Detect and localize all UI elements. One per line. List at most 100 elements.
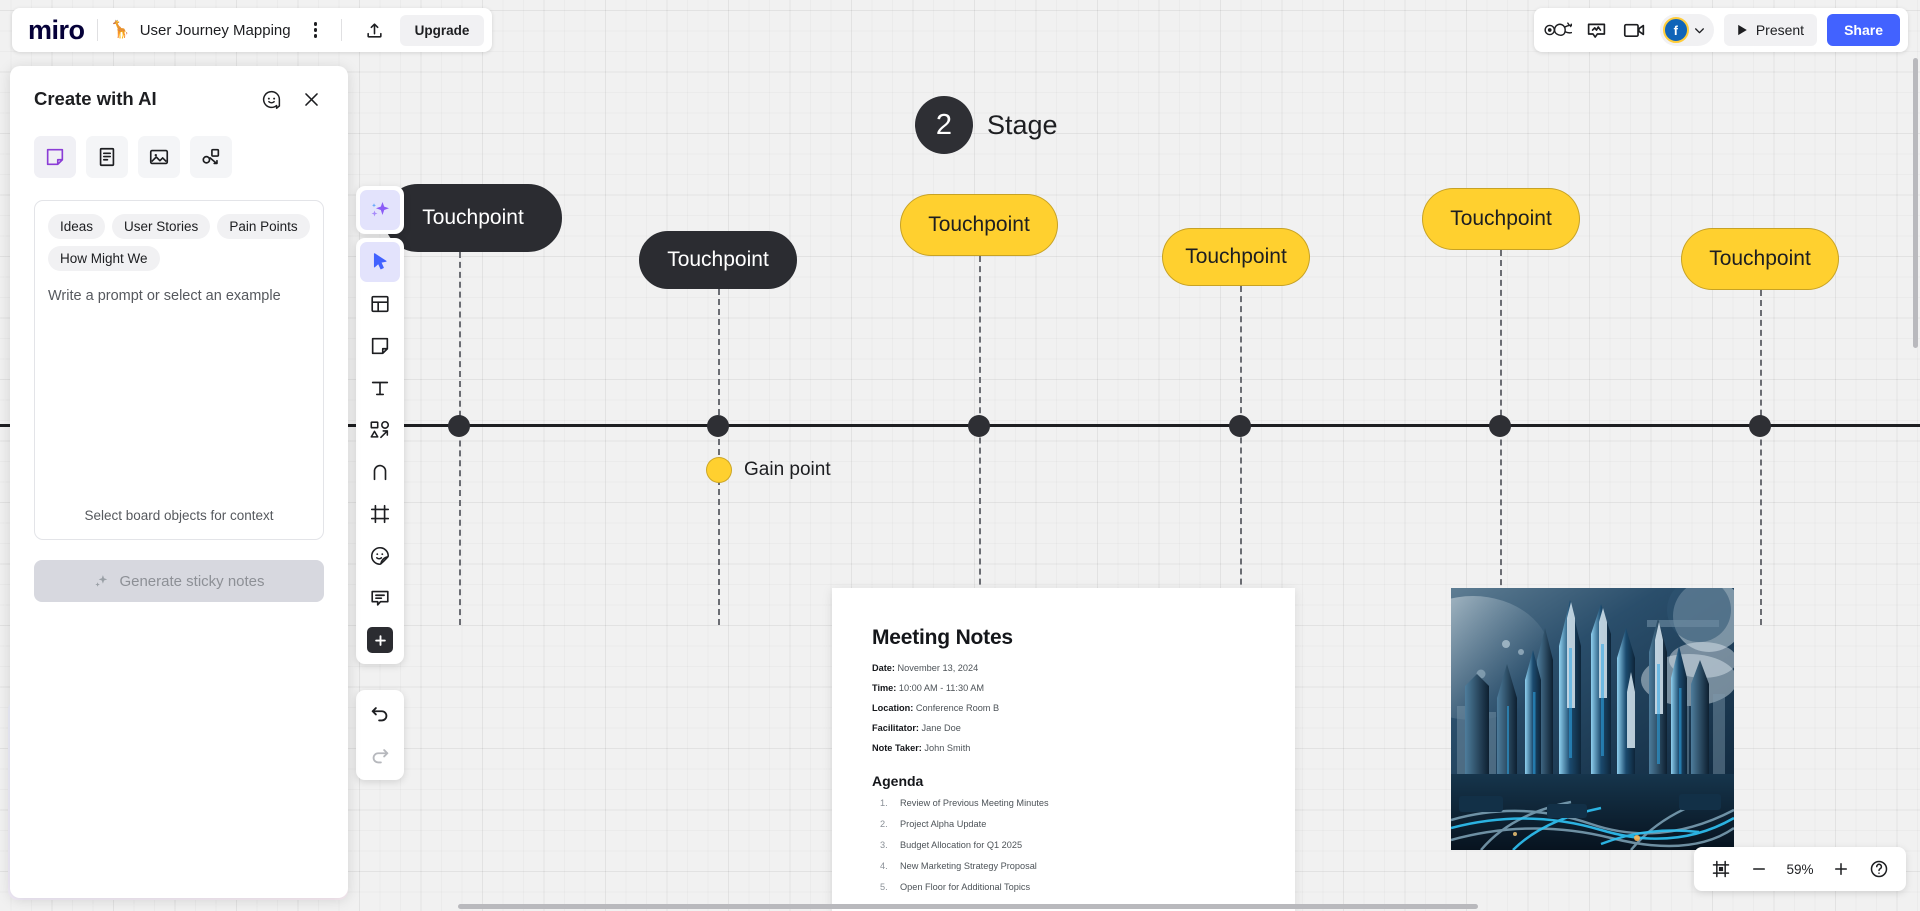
prompt-chip[interactable]: User Stories xyxy=(112,214,211,239)
present-button[interactable]: Present xyxy=(1723,14,1818,46)
prompt-chip[interactable]: How Might We xyxy=(48,246,160,271)
more-options-icon[interactable] xyxy=(303,17,329,43)
user-avatar-group[interactable]: f xyxy=(1659,14,1714,46)
fit-to-screen-icon[interactable] xyxy=(1704,852,1738,886)
stage-header[interactable]: 2 Stage xyxy=(915,96,1058,154)
touchpoint-shape[interactable]: Touchpoint xyxy=(1422,188,1580,250)
comment-tool[interactable] xyxy=(360,578,400,618)
sticker-tool[interactable] xyxy=(360,536,400,576)
plus-icon xyxy=(367,627,393,653)
horizontal-scrollbar[interactable] xyxy=(458,904,1478,909)
timeline-node-dot[interactable] xyxy=(1229,415,1251,437)
vertical-scrollbar[interactable] xyxy=(1913,58,1918,348)
timeline-node-dot[interactable] xyxy=(968,415,990,437)
ai-tool-button[interactable] xyxy=(356,186,404,234)
generate-label: Generate sticky notes xyxy=(119,572,265,590)
document-meta-row: Date: November 13, 2024 xyxy=(872,663,1255,673)
timeline-node-dot[interactable] xyxy=(1489,415,1511,437)
shapes-tool[interactable] xyxy=(360,410,400,450)
board-title[interactable]: User Journey Mapping xyxy=(140,22,291,39)
touchpoint-stem xyxy=(1760,290,1762,625)
undo-button[interactable] xyxy=(360,694,400,734)
touchpoint-label: Touchpoint xyxy=(928,213,1030,236)
avatar[interactable]: f xyxy=(1662,17,1689,43)
feedback-smiley-icon[interactable] xyxy=(258,86,284,112)
touchpoint-label: Touchpoint xyxy=(422,206,524,229)
meta-label: Location: xyxy=(872,703,914,713)
meta-value: Jane Doe xyxy=(918,723,961,733)
touchpoint-label: Touchpoint xyxy=(667,248,769,271)
undo-redo-toolbar xyxy=(356,690,404,780)
board-emoji-icon[interactable]: 🦒 xyxy=(110,20,131,40)
agenda-item: 2. Project Alpha Update xyxy=(872,819,1255,829)
sparkle-icon xyxy=(93,573,110,590)
document-meta-list: Date: November 13, 2024 Time: 10:00 AM - … xyxy=(872,663,1255,753)
touchpoint-shape[interactable]: Touchpoint xyxy=(1681,228,1839,290)
prompt-chip[interactable]: Pain Points xyxy=(217,214,310,239)
prompt-example-chips: Ideas User Stories Pain Points How Might We xyxy=(48,214,310,271)
gain-point-dot xyxy=(706,457,732,483)
diagram-mode-button[interactable] xyxy=(190,136,232,178)
help-icon[interactable] xyxy=(1862,852,1896,886)
agenda-item-number: 5. xyxy=(880,882,888,892)
present-label: Present xyxy=(1755,22,1805,38)
sticky-notes-mode-button[interactable] xyxy=(34,136,76,178)
templates-tool[interactable] xyxy=(360,284,400,324)
touchpoint-shape[interactable]: Touchpoint xyxy=(639,231,797,289)
agenda-item: 1. Review of Previous Meeting Minutes xyxy=(872,798,1255,808)
agenda-item: 5. Open Floor for Additional Topics xyxy=(872,882,1255,892)
timeline-node-dot[interactable] xyxy=(1749,415,1771,437)
meta-value: 10:00 AM - 11:30 AM xyxy=(896,683,985,693)
touchpoint-stem xyxy=(1500,250,1502,625)
divider xyxy=(96,19,98,41)
zoom-out-button[interactable] xyxy=(1742,852,1776,886)
close-icon[interactable] xyxy=(298,86,324,112)
meeting-notes-document[interactable]: Meeting Notes Date: November 13, 2024 Tim… xyxy=(832,588,1295,911)
upgrade-button[interactable]: Upgrade xyxy=(399,14,485,46)
gain-point[interactable]: Gain point xyxy=(706,457,831,483)
ai-prompt-box[interactable]: Ideas User Stories Pain Points How Might We… xyxy=(34,200,324,540)
stage-number-badge: 2 xyxy=(915,96,973,154)
meta-value: Conference Room B xyxy=(913,703,1000,713)
touchpoint-label: Touchpoint xyxy=(1185,245,1287,268)
sticky-note-tool[interactable] xyxy=(360,326,400,366)
miro-logo[interactable]: miro xyxy=(28,16,85,44)
comment-icon[interactable] xyxy=(1580,13,1614,47)
touchpoint-shape[interactable]: Touchpoint xyxy=(384,184,562,252)
share-button[interactable]: Share xyxy=(1827,14,1900,46)
timeline-node-dot[interactable] xyxy=(707,415,729,437)
video-icon[interactable] xyxy=(1618,13,1652,47)
redo-button[interactable] xyxy=(360,736,400,776)
touchpoint-shape[interactable]: Touchpoint xyxy=(900,194,1058,256)
generate-sticky-notes-button[interactable]: Generate sticky notes xyxy=(34,560,324,602)
prompt-input[interactable]: Write a prompt or select an example xyxy=(48,288,310,508)
meta-value: November 13, 2024 xyxy=(894,663,979,673)
zoom-in-button[interactable] xyxy=(1824,852,1858,886)
image-mode-button[interactable] xyxy=(138,136,180,178)
more-apps-tool[interactable] xyxy=(360,620,400,660)
agenda-item-text: Open Floor for Additional Topics xyxy=(900,882,1031,892)
prompt-chip[interactable]: Ideas xyxy=(48,214,106,239)
agenda-item-number: 1. xyxy=(880,798,888,808)
document-meta-row: Location: Conference Room B xyxy=(872,703,1255,713)
select-tool[interactable] xyxy=(360,242,400,282)
top-bar-left: miro 🦒 User Journey Mapping Upgrade xyxy=(12,8,493,52)
zoom-level[interactable]: 59% xyxy=(1780,862,1820,877)
touchpoint-label: Touchpoint xyxy=(1709,247,1811,270)
doodle-icon[interactable] xyxy=(1542,13,1576,47)
create-with-ai-panel: Create with AI Ideas User Stories Pain P… xyxy=(10,66,348,898)
divider xyxy=(340,19,342,41)
top-bar-right: f Present Share xyxy=(1533,8,1908,52)
frame-tool[interactable] xyxy=(360,494,400,534)
document-mode-button[interactable] xyxy=(86,136,128,178)
agenda-item-number: 4. xyxy=(880,861,888,871)
upload-icon[interactable] xyxy=(360,15,390,45)
touchpoint-shape[interactable]: Touchpoint xyxy=(1162,228,1310,286)
pen-tool[interactable] xyxy=(360,452,400,492)
text-tool[interactable] xyxy=(360,368,400,408)
touchpoint-label: Touchpoint xyxy=(1450,207,1552,230)
timeline-node-dot[interactable] xyxy=(448,415,470,437)
chevron-down-icon[interactable] xyxy=(1691,24,1708,37)
futuristic-cityscape-image[interactable] xyxy=(1451,588,1734,850)
agenda-list: 1. Review of Previous Meeting Minutes 2. Pr… xyxy=(872,798,1255,892)
